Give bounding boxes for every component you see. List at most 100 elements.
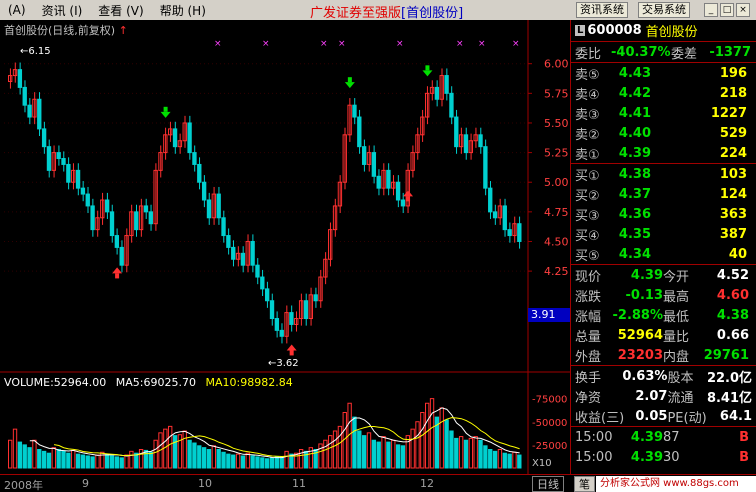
- candle-body: [361, 146, 367, 165]
- minimize-icon[interactable]: _: [704, 3, 718, 17]
- ask-label: 卖②: [575, 127, 600, 143]
- volume-bar: [114, 456, 120, 469]
- buy-arrow-stem: [406, 196, 411, 202]
- candle-body: [27, 104, 32, 118]
- ask-label: 卖①: [575, 147, 600, 163]
- tick-row: 15:00 4.39 30 B: [571, 447, 756, 467]
- candle-body: [90, 205, 95, 231]
- low-label: ←3.62: [268, 358, 299, 369]
- menu-a[interactable]: (A): [0, 3, 34, 17]
- bid-row: 买⑤ 4.34 40: [571, 244, 756, 264]
- volume-bar: [27, 447, 32, 469]
- volume-bar: [337, 425, 343, 469]
- volume-bar: [376, 441, 381, 469]
- volume-bar: [75, 453, 81, 469]
- bid-volume: 363: [719, 206, 747, 222]
- bid-volume: 387: [719, 226, 747, 242]
- menu-help[interactable]: 帮助 (H): [152, 2, 214, 19]
- tick-volume: 30: [663, 449, 680, 465]
- volume-bar: [473, 436, 478, 469]
- bid-row: 买③ 4.36 363: [571, 204, 756, 224]
- close-icon[interactable]: ×: [736, 3, 750, 17]
- price-tick-label: 5.75: [544, 87, 569, 100]
- volume-bar: [231, 454, 236, 469]
- candle-body: [192, 152, 197, 165]
- buy-arrow-icon: [403, 190, 414, 197]
- price-tick-label: 4.75: [544, 206, 569, 219]
- stat-value: 4.39: [630, 267, 663, 283]
- bid-price: 4.36: [618, 206, 651, 222]
- ask-volume: 196: [719, 65, 747, 81]
- stat-label-2: 最低: [663, 309, 690, 325]
- volume-bar: [206, 449, 212, 469]
- candle-body: [109, 211, 115, 237]
- volume-bar: [468, 437, 474, 469]
- stats2-list: 换手 0.63% 股本 22.0亿 净资 2.07 流通 8.41亿 收益(三) 0.05 PE(动…: [571, 365, 756, 426]
- buy-arrow-icon: [286, 344, 297, 351]
- volume-bar: [265, 458, 270, 469]
- buy-arrow-icon: [112, 267, 123, 274]
- candle-body: [201, 181, 207, 201]
- volume-bar: [216, 449, 221, 469]
- candle-body: [303, 300, 309, 320]
- ask-row: 卖① 4.39 224: [571, 143, 756, 163]
- volume-bar: [449, 430, 454, 469]
- kline-chart[interactable]: ←6.15 ←3.62 6.00 5.75 5.50 5.25 5.00 4.75 4.50 4…: [0, 20, 570, 474]
- candle-body: [483, 146, 488, 189]
- bid-price: 4.35: [618, 226, 651, 242]
- volume-bar: [352, 416, 357, 469]
- volume-bar: [109, 455, 115, 469]
- maximize-icon[interactable]: □: [720, 3, 734, 17]
- menu-info[interactable]: 资讯 (I): [34, 2, 91, 19]
- volume-bar: [8, 439, 13, 469]
- volume-bar: [391, 439, 396, 469]
- candle-body: [371, 152, 377, 177]
- app-title-text: 广发证券至强版: [310, 6, 402, 21]
- volume-bar: [119, 457, 124, 469]
- menu-view[interactable]: 查看 (V): [90, 2, 151, 19]
- ask-price: 4.40: [618, 125, 651, 141]
- candle-body: [104, 199, 110, 213]
- menu-bar: (A) 资讯 (I) 查看 (V) 帮助 (H) 广发证券至强版[首创股份] 资…: [0, 0, 756, 21]
- tick-list: 15:00 4.39 87 B 15:00 4.39 30 B: [571, 426, 756, 467]
- tab-ticks[interactable]: 笔: [574, 476, 595, 492]
- stat-value-2: 0.66: [716, 327, 749, 343]
- volume-bar: [439, 407, 444, 469]
- volume-bar: [284, 450, 289, 469]
- volume-bar: [95, 454, 100, 469]
- tab-daily[interactable]: 日线: [532, 476, 564, 492]
- candle-body: [250, 240, 255, 266]
- ad-banner[interactable]: 分析家公式网 www.88gs.com: [596, 476, 756, 492]
- volume-bar: [497, 449, 503, 469]
- tick-price: 4.39: [630, 429, 663, 445]
- candle-body: [46, 146, 52, 171]
- volume-bar: [260, 457, 265, 469]
- info-system-button[interactable]: 资讯系统: [576, 2, 628, 18]
- candle-body: [221, 217, 226, 237]
- bottom-bar: 2008年 9 10 11 12 日线 笔 分析家公式网 www.88gs.co…: [0, 474, 756, 492]
- stat-label: 涨幅: [575, 309, 602, 325]
- candle-body: [231, 246, 236, 260]
- volume-bar: [332, 430, 338, 469]
- candle-body: [37, 98, 42, 130]
- price-tick-label: 5.00: [544, 176, 569, 189]
- fund-value-2: 8.41亿: [706, 390, 753, 406]
- volume-bar: [85, 455, 90, 469]
- stat-row: 涨幅 -2.88% 最低 4.38: [571, 305, 756, 325]
- trade-system-button[interactable]: 交易系统: [638, 2, 690, 18]
- volume-tick-label: -75000: [532, 395, 567, 406]
- tick-side: B: [739, 429, 749, 445]
- volume-bar: [279, 456, 284, 469]
- ask-volume: 1227: [710, 105, 747, 121]
- candle-body: [197, 163, 202, 183]
- volume-bars: [8, 398, 522, 469]
- candle-body: [134, 211, 139, 231]
- bid-price: 4.37: [618, 186, 651, 202]
- candle-body: [492, 211, 498, 219]
- date-label-2008: 2008年: [4, 479, 43, 492]
- volume-bar: [168, 425, 173, 469]
- price-tick-label: 4.50: [544, 235, 569, 248]
- stat-value: -0.13: [625, 287, 663, 303]
- stat-row: 外盘 23203 内盘 29761: [571, 345, 756, 365]
- volume-bar: [245, 452, 250, 469]
